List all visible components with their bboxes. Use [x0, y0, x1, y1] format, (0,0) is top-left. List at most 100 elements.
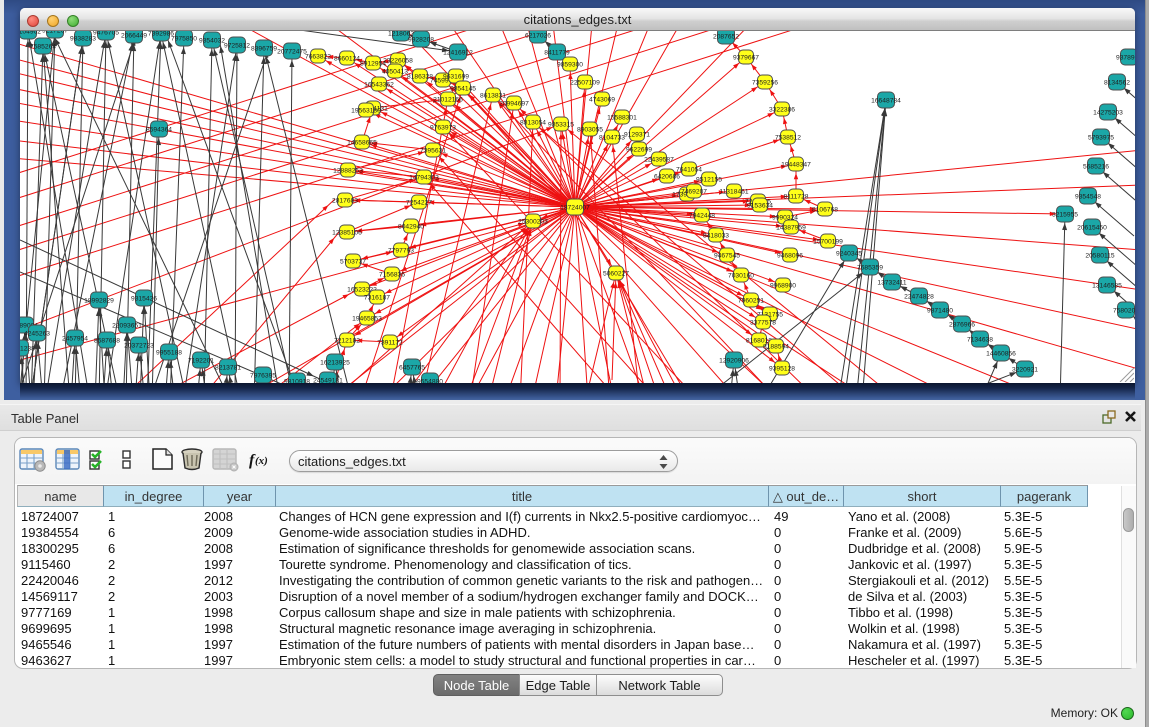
svg-text:12541238: 12541238	[20, 346, 35, 353]
svg-text:9153634: 9153634	[747, 203, 773, 210]
svg-text:22507109: 22507109	[570, 80, 600, 87]
svg-text:22093651: 22093651	[112, 323, 142, 330]
svg-text:7395631: 7395631	[420, 148, 446, 155]
svg-text:23226058: 23226058	[383, 58, 413, 65]
svg-text:8042940: 8042940	[398, 224, 424, 231]
svg-text:8594364: 8594364	[146, 127, 172, 134]
svg-text:2876966: 2876966	[949, 322, 975, 329]
svg-text:3220921: 3220921	[1012, 367, 1038, 374]
svg-text:8587688: 8587688	[94, 338, 120, 345]
svg-text:7192201: 7192201	[188, 358, 214, 365]
svg-text:5685216: 5685216	[1083, 164, 1109, 171]
svg-text:7469207: 7469207	[681, 189, 707, 196]
svg-text:6457765: 6457765	[399, 365, 425, 372]
svg-text:7585264: 7585264	[30, 44, 56, 51]
svg-text:7212182: 7212182	[334, 338, 360, 345]
svg-text:16648784: 16648784	[871, 98, 901, 105]
svg-text:7580205: 7580205	[1113, 308, 1135, 315]
svg-text:3322386: 3322386	[769, 107, 795, 114]
svg-text:8411779: 8411779	[544, 50, 570, 57]
svg-text:9512155: 9512155	[696, 177, 722, 184]
svg-text:9928208: 9928208	[408, 37, 434, 44]
svg-text:9859300: 9859300	[557, 62, 583, 69]
svg-text:12385106: 12385106	[332, 230, 362, 237]
svg-text:25300203: 25300203	[518, 219, 548, 226]
svg-text:5793975: 5793975	[1088, 135, 1114, 142]
svg-text:8111728: 8111728	[783, 194, 808, 201]
svg-text:9763973: 9763973	[430, 125, 456, 132]
svg-text:20772475: 20772475	[277, 49, 307, 56]
svg-text:9467545: 9467545	[714, 253, 740, 260]
svg-text:14794303: 14794303	[409, 175, 439, 182]
svg-text:11318461: 11318461	[719, 189, 749, 196]
svg-text:7538512: 7538512	[775, 135, 801, 142]
svg-text:18992829: 18992829	[84, 298, 114, 305]
svg-text:7030160: 7030160	[728, 273, 754, 280]
svg-text:7797793: 7797793	[388, 248, 414, 255]
svg-text:14387959: 14387959	[776, 225, 806, 232]
svg-text:9838283: 9838283	[70, 36, 96, 43]
svg-text:9240345: 9240345	[836, 251, 862, 258]
svg-text:8104733: 8104733	[599, 135, 625, 142]
svg-text:16213925: 16213925	[320, 360, 350, 367]
svg-text:20372723: 20372723	[124, 343, 154, 350]
svg-text:7391172: 7391172	[377, 340, 403, 347]
svg-text:7975850: 7975850	[171, 36, 197, 43]
svg-text:9476705: 9476705	[93, 31, 119, 37]
svg-text:19465853: 19465853	[352, 316, 382, 323]
svg-text:6217026: 6217026	[525, 33, 551, 40]
svg-text:7685359: 7685359	[857, 265, 883, 272]
svg-text:20994697: 20994697	[499, 101, 529, 108]
svg-text:20580115: 20580115	[1085, 253, 1115, 260]
svg-text:21012166: 21012166	[433, 97, 463, 104]
svg-text:7156836: 7156836	[379, 272, 405, 279]
svg-text:9354548: 9354548	[1075, 194, 1101, 201]
svg-text:9871480: 9871480	[927, 308, 953, 315]
svg-text:9395128: 9395128	[769, 366, 795, 373]
svg-text:8418033: 8418033	[703, 233, 729, 240]
svg-text:(x): (x)	[255, 455, 268, 467]
svg-text:13732411: 13732411	[877, 280, 907, 287]
svg-text:2457954: 2457954	[62, 336, 88, 343]
svg-text:13146585: 13146585	[1092, 283, 1122, 290]
svg-text:8396759: 8396759	[251, 46, 277, 53]
svg-text:9725812: 9725812	[224, 43, 250, 50]
svg-text:5703737: 5703737	[340, 259, 366, 266]
svg-text:14460856: 14460856	[986, 351, 1016, 358]
svg-text:8903055: 8903055	[577, 127, 603, 134]
svg-text:9968900: 9968900	[770, 283, 796, 290]
svg-text:22439587: 22439587	[644, 157, 674, 164]
svg-text:2817683: 2817683	[332, 198, 358, 205]
svg-text:3377578: 3377578	[750, 320, 776, 327]
svg-text:9354032: 9354032	[199, 38, 225, 45]
svg-text:4743069: 4743069	[589, 97, 615, 104]
svg-text:9129371: 9129371	[624, 132, 650, 139]
svg-text:9854145: 9854145	[450, 86, 476, 93]
svg-text:14275203: 14275203	[1093, 110, 1123, 117]
svg-text:15588301: 15588301	[607, 115, 637, 122]
svg-text:7254227: 7254227	[406, 200, 432, 207]
svg-text:2087652: 2087652	[713, 34, 739, 41]
svg-text:9622699: 9622699	[626, 147, 652, 154]
svg-text:8106768: 8106768	[812, 207, 838, 214]
svg-text:18724007: 18724007	[560, 205, 590, 212]
svg-text:3215955: 3215955	[1052, 212, 1078, 219]
svg-text:7663822: 7663822	[305, 54, 331, 61]
svg-text:9853315: 9853315	[548, 122, 574, 129]
svg-text:6420686: 6420686	[654, 174, 680, 181]
svg-text:19448347: 19448347	[781, 162, 811, 169]
svg-text:9217207: 9217207	[42, 31, 68, 35]
svg-text:8213781: 8213781	[215, 365, 241, 372]
svg-text:8813054: 8813054	[520, 120, 546, 127]
svg-text:12888253: 12888253	[333, 168, 363, 175]
svg-text:9379667: 9379667	[733, 55, 759, 62]
svg-text:8613831: 8613831	[480, 93, 506, 100]
svg-text:4245263: 4245263	[24, 331, 50, 338]
svg-text:7134638: 7134638	[967, 337, 993, 344]
svg-text:7960251: 7960251	[738, 298, 764, 305]
svg-text:7316187: 7316187	[364, 295, 390, 302]
svg-text:7104902: 7104902	[20, 31, 41, 36]
svg-text:8188594: 8188594	[763, 344, 789, 351]
svg-text:12416912: 12416912	[443, 50, 473, 57]
svg-text:7942448: 7942448	[689, 213, 715, 220]
